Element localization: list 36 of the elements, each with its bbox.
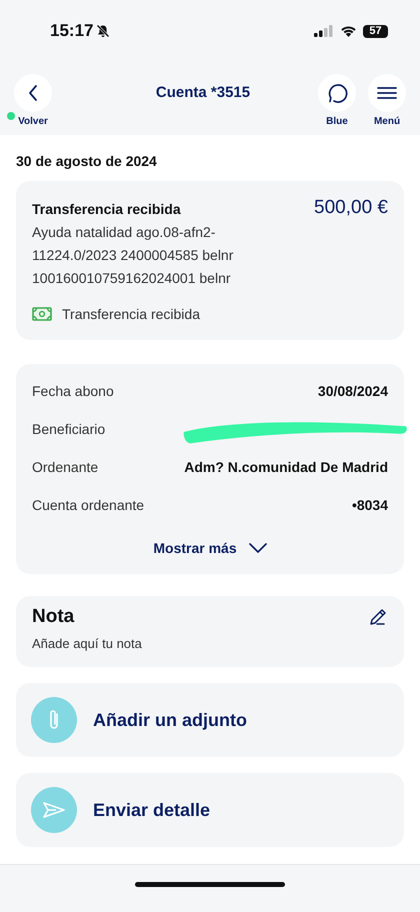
detail-value: 30/08/2024	[318, 383, 388, 399]
attach-button[interactable]: Añadir un adjunto	[16, 683, 404, 757]
detail-label: Cuenta ordenante	[32, 497, 144, 513]
chat-button[interactable]	[318, 74, 356, 112]
date-heading: 30 de agosto de 2024	[16, 153, 158, 169]
wifi-icon	[340, 25, 357, 37]
category-label: Transferencia recibida	[62, 306, 200, 322]
detail-value: •8034	[352, 497, 388, 513]
note-field[interactable]: Añade aquí tu nota	[32, 636, 388, 651]
detail-label: Ordenante	[32, 459, 98, 475]
detail-label: Beneficiario	[32, 421, 106, 437]
transaction-title: Transferencia recibida	[32, 201, 181, 217]
show-more-button[interactable]: Mostrar más	[149, 536, 271, 560]
banknote-icon	[32, 307, 52, 321]
send-icon	[43, 802, 65, 818]
indicator-dot	[7, 112, 15, 120]
signal-icon	[314, 25, 334, 37]
chevron-down-icon	[248, 543, 267, 553]
chat-bubble-icon	[326, 82, 348, 104]
screen-title: Cuenta *3515	[154, 84, 250, 101]
detail-label: Fecha abono	[32, 383, 114, 399]
action-label[interactable]: Blue	[326, 116, 348, 127]
transaction-amount: 500,00 €	[314, 197, 388, 219]
back-icon	[27, 84, 39, 102]
battery-icon: 57	[363, 24, 388, 38]
back-label[interactable]: Volver	[18, 116, 48, 127]
transaction-description: Ayuda natalidad ago.08-afn2-11224.0/2023 2400004585 belnr 100160010759162024001 belnr	[32, 223, 234, 288]
menu-button[interactable]	[368, 74, 406, 112]
menu-icon	[377, 86, 397, 100]
note-title: Nota	[32, 606, 74, 628]
status-time: 15:17	[50, 21, 94, 41]
pencil-icon[interactable]	[368, 607, 388, 627]
back-button[interactable]	[14, 74, 52, 112]
send-button[interactable]: Enviar detalle	[16, 773, 404, 847]
detail-value: Adm? N.comunidad De Madrid	[184, 459, 388, 475]
action-label[interactable]: Menú	[374, 116, 400, 127]
